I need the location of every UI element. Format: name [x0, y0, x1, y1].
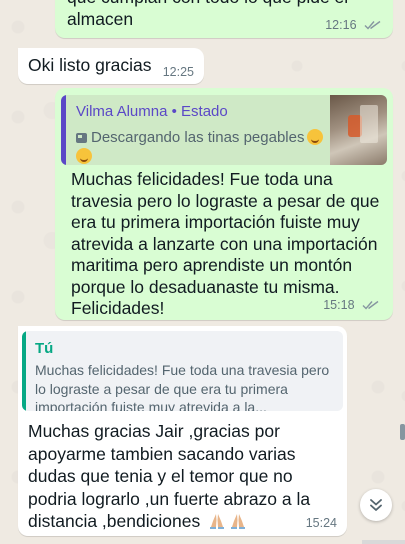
praying-hands-emoji-icon — [210, 514, 225, 529]
message-meta: 15:18 — [323, 298, 379, 312]
chevron-double-down-icon — [370, 499, 382, 511]
quote-text: Muchas felicidades! Fue toda una travesi… — [35, 362, 330, 411]
message-meta: 12:16 — [325, 18, 381, 32]
reply-quote[interactable]: Tú Muchas felicidades! Fue toda una trav… — [22, 331, 343, 411]
message-text: que cumplan con todo lo que pide el alma… — [67, 0, 348, 29]
message-bubble-incoming[interactable]: Oki listo gracias 12:25 — [18, 48, 204, 84]
message-bubble-outgoing[interactable]: Vilma Alumna • Estado Descargando las ti… — [55, 88, 393, 320]
quote-author: Tú — [35, 340, 54, 357]
scroll-to-bottom-button[interactable] — [360, 489, 392, 521]
quote-accent-bar — [22, 331, 26, 411]
message-text: Muchas felicidades! Fue toda una travesi… — [71, 169, 380, 318]
message-time: 15:18 — [323, 298, 355, 312]
quote-accent-bar — [61, 95, 66, 165]
quote-emoji-line — [76, 148, 92, 164]
quote-text-line: Descargando las tinas pegables — [76, 129, 324, 146]
composer-edge — [362, 540, 405, 544]
double-check-icon — [364, 20, 381, 30]
status-thumbnail[interactable] — [330, 95, 387, 165]
message-text: Muchas gracias Jair ,gracias por apoyarm… — [28, 421, 311, 531]
image-icon — [76, 133, 87, 143]
message-time: 12:25 — [162, 65, 194, 79]
double-check-icon — [362, 300, 379, 310]
message-text-block: Muchas gracias Jair ,gracias por apoyarm… — [28, 420, 318, 533]
praying-hands-emoji-icon — [231, 514, 246, 529]
quote-text: Descargando las tinas pegables — [91, 129, 305, 146]
message-time: 12:16 — [325, 18, 357, 32]
message-bubble-incoming[interactable]: Tú Muchas felicidades! Fue toda una trav… — [18, 326, 347, 536]
message-time: 15:24 — [305, 516, 337, 530]
laughing-emoji-icon — [307, 129, 324, 145]
message-bubble-outgoing[interactable]: que cumplan con todo lo que pide el alma… — [55, 0, 393, 38]
quote-author: Vilma Alumna • Estado — [76, 103, 228, 120]
status-reply-quote[interactable]: Vilma Alumna • Estado Descargando las ti… — [61, 95, 387, 165]
laughing-emoji-icon — [76, 148, 92, 164]
message-text: Oki listo gracias — [28, 55, 152, 75]
scrollbar-thumb[interactable] — [400, 424, 405, 440]
